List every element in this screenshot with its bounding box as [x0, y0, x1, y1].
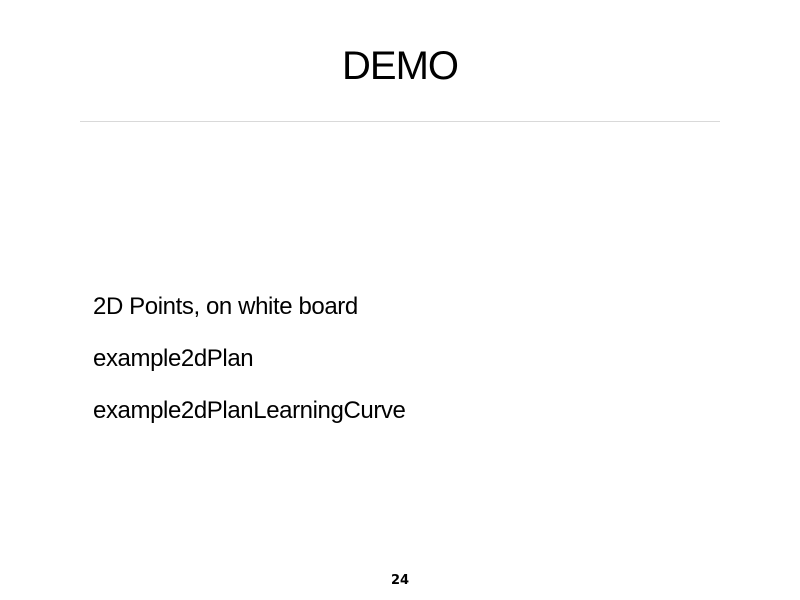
list-item-example2dplan: example2dPlan [93, 345, 254, 372]
page-number: 24 [390, 573, 410, 588]
title-divider [80, 121, 720, 122]
slide-title: DEMO [342, 44, 459, 88]
list-item-2d-points: 2D Points, on white board [93, 293, 358, 320]
list-item-example2dplan-learning-curve: example2dPlanLearningCurve [93, 397, 406, 424]
slide-body-list: 2D Points, on white board example2dPlan … [93, 281, 406, 437]
